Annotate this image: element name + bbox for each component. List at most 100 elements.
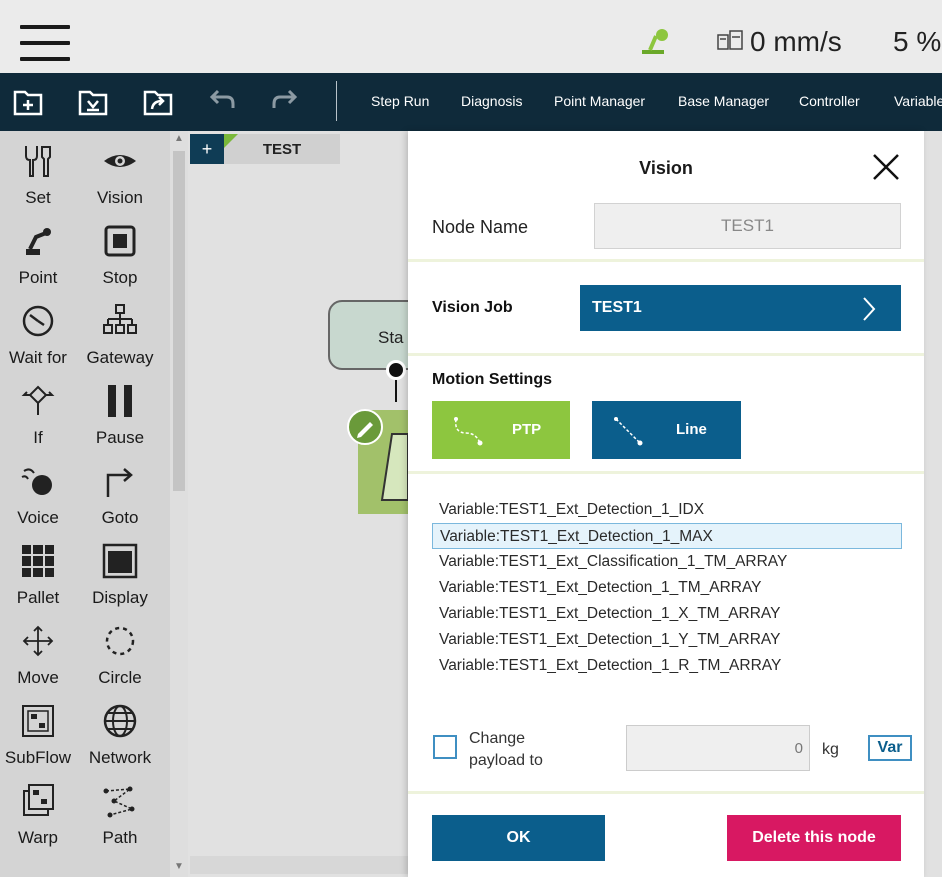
payload-input[interactable] [626, 725, 810, 771]
robot-status-icon [642, 29, 668, 54]
palette-pause[interactable]: Pause [80, 371, 160, 451]
connector-dot[interactable] [386, 360, 406, 380]
change-payload-checkbox[interactable] [433, 735, 457, 759]
wrench-icon [25, 146, 51, 177]
palette-warp[interactable]: Warp [0, 771, 78, 851]
payload-unit: kg [822, 741, 839, 758]
edit-node-button[interactable] [347, 409, 383, 445]
node-palette: Set Vision Point Stop Wait for Gateway I… [0, 131, 170, 877]
palette-pallet[interactable]: Pallet [0, 531, 78, 611]
palette-scrollbar[interactable]: ▲ ▼ [170, 131, 188, 877]
new-project-icon[interactable] [12, 85, 44, 117]
status-bar: 0 mm/s 5 % [0, 0, 942, 73]
list-item[interactable]: Variable:TEST1_Ext_Classification_1_TM_A… [432, 549, 902, 575]
vision-dialog: Vision Node Name Vision Job TEST1 Motion… [408, 131, 924, 877]
path-icon [103, 786, 135, 818]
list-item-selected[interactable]: Variable:TEST1_Ext_Detection_1_MAX [432, 523, 902, 549]
palette-label: Wait for [9, 348, 67, 367]
pencil-icon [357, 422, 373, 438]
if-icon [21, 385, 55, 415]
dialog-title: Vision [639, 158, 693, 178]
motion-settings-label: Motion Settings [432, 371, 552, 388]
pause-icon [108, 385, 132, 417]
palette-voice[interactable]: Voice [0, 451, 78, 531]
palette-move[interactable]: Move [0, 611, 78, 691]
change-payload-label: Change payload to [469, 730, 543, 769]
palette-stop[interactable]: Stop [80, 211, 160, 291]
scroll-up-icon[interactable]: ▲ [174, 133, 184, 144]
list-item[interactable]: Variable:TEST1_Ext_Detection_1_IDX [432, 497, 902, 523]
toolbar-base-manager[interactable]: Base Manager [678, 93, 769, 109]
palette-goto[interactable]: Goto [80, 451, 160, 531]
palette-scroll-thumb[interactable] [173, 151, 185, 491]
list-item[interactable]: Variable:TEST1_Ext_Detection_1_TM_ARRAY [432, 575, 902, 601]
palette-label: Point [18, 268, 58, 287]
palette-label: Network [88, 748, 152, 767]
palette-subflow[interactable]: SubFlow [0, 691, 78, 771]
palette-label: Pallet [16, 588, 60, 607]
close-icon[interactable] [870, 151, 902, 183]
circle-icon [105, 626, 135, 656]
palette-if[interactable]: If [0, 371, 78, 451]
palette-vision[interactable]: Vision [80, 131, 160, 211]
globe-icon [103, 704, 137, 738]
list-item[interactable]: Variable:TEST1_Ext_Detection_1_X_TM_ARRA… [432, 601, 902, 627]
delete-node-button[interactable]: Delete this node [727, 815, 901, 861]
var-button[interactable]: Var [868, 735, 912, 761]
palette-point[interactable]: Point [0, 211, 78, 291]
list-item[interactable]: Variable:TEST1_Ext_Detection_1_Y_TM_ARRA… [432, 627, 902, 653]
tab-test[interactable]: TEST [224, 134, 340, 164]
palette-label: Display [92, 588, 148, 607]
node-name-input[interactable] [594, 203, 901, 249]
toolbar-point-manager[interactable]: Point Manager [554, 93, 645, 109]
palette-label: Warp [18, 828, 58, 847]
redo-icon[interactable] [270, 85, 302, 117]
move-icon [22, 625, 54, 657]
palette-label: Path [102, 828, 138, 847]
ptp-button[interactable]: PTP [432, 401, 570, 459]
vision-node-shape-icon [380, 433, 409, 501]
toolbar-controller[interactable]: Controller [799, 93, 860, 109]
toolbar-diagnosis[interactable]: Diagnosis [461, 93, 522, 109]
ok-button[interactable]: OK [432, 815, 605, 861]
palette-gateway[interactable]: Gateway [80, 291, 160, 371]
flow-connector [395, 378, 397, 402]
menu-icon[interactable] [20, 25, 70, 61]
palette-label: Vision [97, 188, 143, 207]
undo-icon[interactable] [205, 85, 237, 117]
tab-indicator-icon [224, 134, 238, 148]
line-path-icon [614, 417, 643, 446]
vision-job-button[interactable]: TEST1 [580, 285, 901, 331]
gateway-icon [103, 304, 137, 334]
chevron-right-icon [863, 297, 876, 321]
display-icon [102, 543, 138, 579]
warp-icon [23, 784, 54, 816]
robot-arm-icon [26, 228, 51, 255]
palette-set[interactable]: Set [0, 131, 78, 211]
save-project-icon[interactable] [142, 85, 174, 117]
goto-icon [106, 468, 133, 497]
palette-display[interactable]: Display [80, 531, 160, 611]
canvas-hscrollbar[interactable] [190, 856, 410, 874]
palette-label: Pause [95, 428, 145, 447]
vision-job-label: Vision Job [432, 299, 513, 316]
list-item[interactable]: Variable:TEST1_Ext_Detection_1_R_TM_ARRA… [432, 653, 902, 679]
speed-readout: 0 mm/s [750, 26, 842, 57]
palette-label: Gateway [86, 348, 154, 367]
line-button[interactable]: Line [592, 401, 741, 459]
voice-icon [21, 468, 52, 495]
vision-job-value: TEST1 [592, 299, 642, 316]
toolbar-variable[interactable]: Variable [894, 93, 942, 109]
add-tab-button[interactable]: + [190, 134, 224, 164]
palette-network[interactable]: Network [80, 691, 160, 771]
eye-icon [104, 155, 136, 167]
palette-circle[interactable]: Circle [80, 611, 160, 691]
toolbar-step-run[interactable]: Step Run [371, 93, 429, 109]
speed-icon [717, 30, 743, 50]
scroll-down-icon[interactable]: ▼ [174, 861, 184, 872]
open-project-icon[interactable] [77, 85, 109, 117]
line-label: Line [676, 421, 707, 438]
palette-path[interactable]: Path [80, 771, 160, 851]
speed-percent[interactable]: 5 % [893, 26, 941, 58]
palette-wait-for[interactable]: Wait for [0, 291, 78, 371]
